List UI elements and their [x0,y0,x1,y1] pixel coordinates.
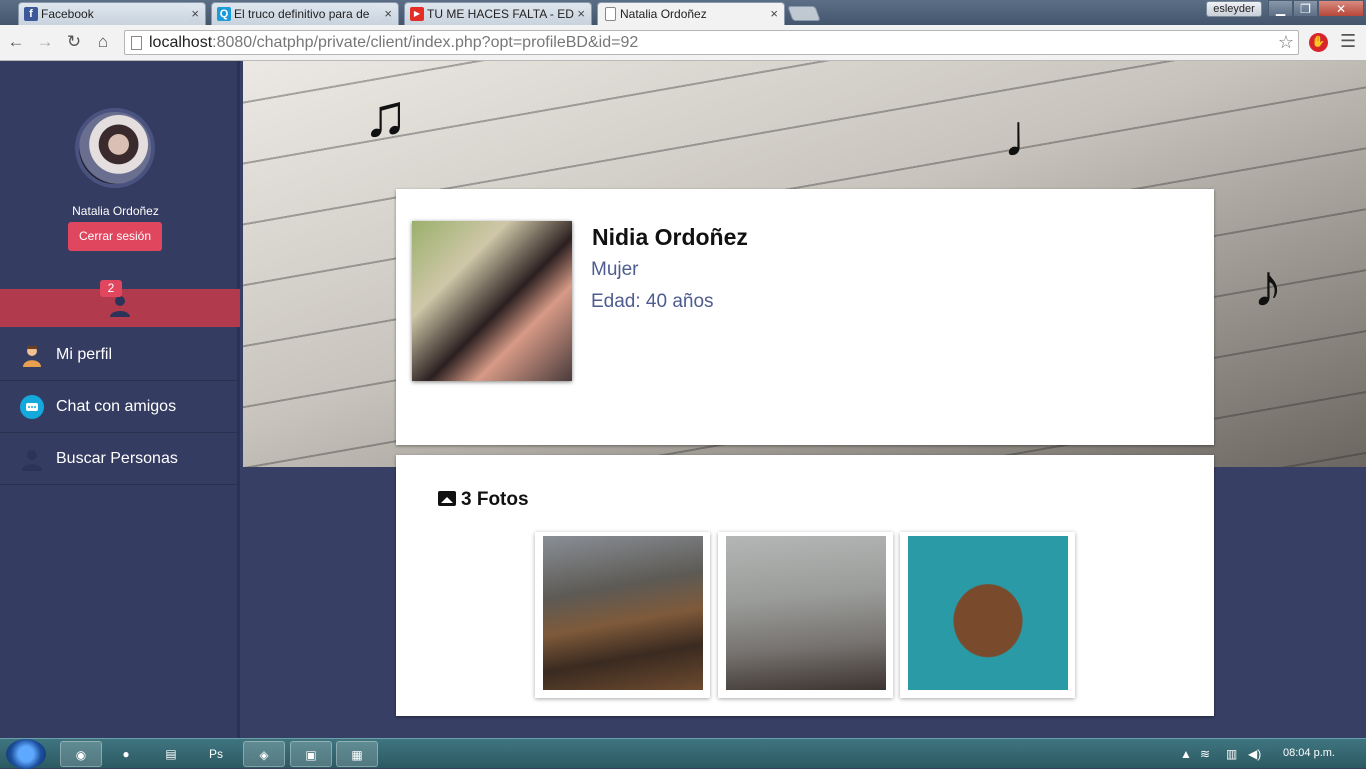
new-tab-button[interactable] [787,6,821,21]
search-people-icon [22,450,42,471]
close-tab-icon[interactable]: × [188,6,199,21]
close-tab-icon[interactable]: × [574,6,585,21]
taskbar-clock[interactable]: 08:04 p.m. [1283,747,1335,759]
network-icon[interactable]: ▥ [1226,747,1237,761]
wifi-icon[interactable]: ≋ [1200,747,1210,761]
chat-icon [20,395,44,419]
taskbar-app[interactable]: ▣ [290,741,332,767]
browser-toolbar: ← → ↻ ⌂ localhost:8080/chatphp/private/c… [0,25,1366,61]
profile-card: Nidia Ordoñez Mujer Edad: 40 años [396,189,1214,445]
minimize-button[interactable]: ▁ [1268,0,1293,17]
profile-age: Edad: 40 años [591,291,714,312]
photo-thumbnail[interactable] [535,532,710,698]
address-bar[interactable]: localhost:8080/chatphp/private/client/in… [124,30,1299,55]
close-window-button[interactable]: ✕ [1318,0,1364,17]
sidebar-user-name: Natalia Ordoñez [72,204,159,218]
sidebar-item-chat[interactable]: Chat con amigos [0,381,237,433]
photos-heading: 3 Fotos [438,489,529,511]
tab-title: Facebook [41,7,94,21]
tab-truco[interactable]: Q El truco definitivo para de × [211,2,399,25]
browser-tab-bar: f Facebook × Q El truco definitivo para … [0,0,1366,25]
photo-image [543,536,703,690]
photo-thumbnail[interactable] [718,532,893,698]
profile-gender: Mujer [591,259,639,280]
page-content: ♫ ♩ ♪ Natalia Ordoñez Cerrar sesión 2 Mi… [0,61,1366,739]
sidebar-item-mi-perfil[interactable]: Mi perfil [0,329,237,381]
reload-icon[interactable]: ↻ [63,31,85,53]
profile-name: Nidia Ordoñez [592,224,748,250]
photos-card: 3 Fotos [396,455,1214,716]
taskbar-chrome[interactable]: ◉ [60,741,102,767]
url-path: :8080/chatphp/private/client/index.php?o… [212,34,639,51]
adblock-icon[interactable]: ✋ [1309,33,1328,52]
taskbar-photoshop[interactable]: Ps [195,741,237,767]
facebook-icon: f [24,7,38,21]
music-note-decoration: ♫ [363,82,408,149]
photo-image [726,536,886,690]
tray-expand-icon[interactable]: ▲ [1180,747,1192,761]
close-tab-icon[interactable]: × [767,6,778,21]
url-host: localhost [149,34,213,51]
music-note-decoration: ♩ [1003,102,1063,169]
profile-photo[interactable] [412,221,572,381]
tab-facebook[interactable]: f Facebook × [18,2,206,25]
photos-count-label: 3 Fotos [461,489,529,510]
photo-image [908,536,1068,690]
page-icon [131,36,142,50]
tab-title: El truco definitivo para de [234,7,370,21]
taskbar-app[interactable]: ▦ [336,741,378,767]
chat-icon: Q [217,7,231,21]
tab-natalia[interactable]: Natalia Ordoñez × [597,2,785,25]
volume-icon[interactable]: ◀) [1248,747,1261,761]
taskbar-app[interactable]: ◈ [243,741,285,767]
taskbar-firefox[interactable]: ● [105,741,147,767]
youtube-icon: ▶ [410,7,424,21]
tab-youtube[interactable]: ▶ TU ME HACES FALTA - EDI × [404,2,592,25]
photo-thumbnail[interactable] [900,532,1075,698]
sidebar: Natalia Ordoñez Cerrar sesión 2 Mi perfi… [0,61,240,739]
image-icon [438,491,456,506]
back-arrow-icon[interactable]: ← [5,31,27,53]
close-tab-icon[interactable]: × [381,6,392,21]
page-icon [605,7,616,21]
sidebar-item-label: Chat con amigos [56,398,177,415]
profile-icon [23,346,41,367]
taskbar: ◉ ● ▤ Ps ◈ ▣ ▦ ▲ ≋ ▥ ◀) 08:04 p.m. [0,738,1366,769]
profile-user-badge[interactable]: esleyder [1206,1,1262,17]
menu-icon[interactable]: ☰ [1340,31,1356,52]
logout-button[interactable]: Cerrar sesión [68,222,162,251]
music-note-decoration: ♪ [1253,252,1283,319]
sidebar-item-buscar[interactable]: Buscar Personas [0,433,237,485]
sidebar-item-label: Buscar Personas [56,450,178,467]
home-icon[interactable]: ⌂ [92,31,114,53]
maximize-button[interactable]: ❐ [1293,0,1318,17]
tab-title: Natalia Ordoñez [620,7,707,21]
bookmark-star-icon[interactable]: ☆ [1278,31,1294,54]
avatar[interactable] [75,108,155,188]
notification-badge: 2 [100,280,122,297]
forward-arrow-icon[interactable]: → [34,31,56,53]
sidebar-item-label: Mi perfil [56,346,113,363]
tab-title: TU ME HACES FALTA - EDI [427,7,575,21]
taskbar-explorer[interactable]: ▤ [150,741,192,767]
start-button[interactable] [6,739,46,769]
